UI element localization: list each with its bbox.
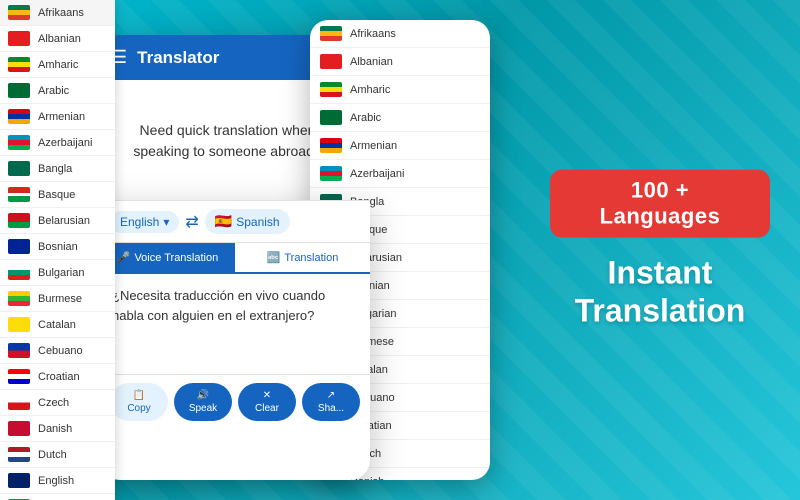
copy-label: Copy [127, 403, 150, 414]
main-container: AfrikaansAlbanianAmharicArabicArmenianAz… [0, 0, 800, 500]
voice-translation-tab[interactable]: 🎤 Voice Translation [100, 243, 235, 272]
left-lang-item[interactable]: Albanian [0, 26, 115, 52]
phone-main-title: Translator [137, 48, 219, 68]
right-lang-item[interactable]: Afrikaans [310, 20, 490, 48]
speaker-icon: 🔊 [197, 390, 209, 401]
left-lang-item[interactable]: Croatian [0, 364, 115, 390]
dropdown-icon: ▾ [163, 215, 169, 229]
left-lang-item[interactable]: Basque [0, 182, 115, 208]
swap-languages-button[interactable]: ⇄ [185, 212, 198, 232]
left-lang-item[interactable]: Bosnian [0, 234, 115, 260]
left-lang-item[interactable]: Armenian [0, 104, 115, 130]
right-lang-item[interactable]: Armenian [310, 132, 490, 160]
left-lang-item[interactable]: Esperanto [0, 494, 115, 500]
left-lang-item[interactable]: Burmese [0, 286, 115, 312]
headline-line2: Translation [575, 293, 746, 329]
left-language-panel: AfrikaansAlbanianAmharicArabicArmenianAz… [0, 0, 115, 500]
left-lang-item[interactable]: Danish [0, 416, 115, 442]
text-tab-label: Translation [284, 252, 338, 264]
left-language-list: AfrikaansAlbanianAmharicArabicArmenianAz… [0, 0, 115, 500]
copy-icon: 📋 [133, 390, 145, 401]
source-language-label: English [120, 215, 159, 229]
languages-badge: 100 + Languages [550, 170, 770, 238]
left-lang-item[interactable]: English [0, 468, 115, 494]
action-buttons: 📋 Copy 🔊 Speak ✕ Clear ↗ Sha... [100, 374, 370, 429]
right-lang-item[interactable]: Arabic [310, 104, 490, 132]
copy-button[interactable]: 📋 Copy [110, 383, 168, 421]
query-text: Need quick translation when speaking to … [121, 120, 334, 162]
share-icon: ↗ [327, 390, 335, 401]
left-lang-item[interactable]: Bulgarian [0, 260, 115, 286]
left-lang-item[interactable]: Arabic [0, 78, 115, 104]
mic-icon: 🎤 [117, 251, 131, 264]
right-lang-item[interactable]: Azerbaijani [310, 160, 490, 188]
target-language-button[interactable]: 🇪🇸 Spanish [205, 209, 290, 234]
left-lang-item[interactable]: Catalan [0, 312, 115, 338]
left-lang-item[interactable]: Dutch [0, 442, 115, 468]
right-content: 100 + Languages Instant Translation [550, 170, 770, 331]
right-lang-item[interactable]: Albanian [310, 48, 490, 76]
speak-label: Speak [189, 403, 217, 414]
tabs-row: 🎤 Voice Translation 🔤 Translation [100, 243, 370, 274]
text-translation-tab[interactable]: 🔤 Translation [235, 243, 370, 272]
translated-text: ¿Necesita traducción en vivo cuando habl… [112, 286, 358, 325]
left-lang-item[interactable]: Belarusian [0, 208, 115, 234]
speak-button[interactable]: 🔊 Speak [174, 383, 232, 421]
share-label: Sha... [318, 403, 344, 414]
language-selector-bar: English ▾ ⇄ 🇪🇸 Spanish [100, 201, 370, 243]
left-lang-item[interactable]: Azerbaijani [0, 130, 115, 156]
clear-label: Clear [255, 403, 279, 414]
left-lang-item[interactable]: Amharic [0, 52, 115, 78]
clear-button[interactable]: ✕ Clear [238, 383, 296, 421]
headline: Instant Translation [550, 254, 770, 331]
left-lang-item[interactable]: Cebuano [0, 338, 115, 364]
right-lang-item[interactable]: Amharic [310, 76, 490, 104]
share-button[interactable]: ↗ Sha... [302, 383, 360, 421]
voice-tab-label: Voice Translation [134, 252, 218, 264]
phone-translator: English ▾ ⇄ 🇪🇸 Spanish 🎤 Voice Translati… [100, 200, 370, 480]
translation-area[interactable]: ¿Necesita traducción en vivo cuando habl… [100, 274, 370, 374]
left-lang-item[interactable]: Bangla [0, 156, 115, 182]
headline-line1: Instant [608, 255, 713, 291]
translate-icon: 🔤 [267, 251, 281, 264]
source-language-button[interactable]: English ▾ [110, 211, 179, 233]
left-lang-item[interactable]: Afrikaans [0, 0, 115, 26]
left-lang-item[interactable]: Czech [0, 390, 115, 416]
clear-icon: ✕ [263, 390, 271, 401]
target-language-label: Spanish [236, 215, 279, 229]
